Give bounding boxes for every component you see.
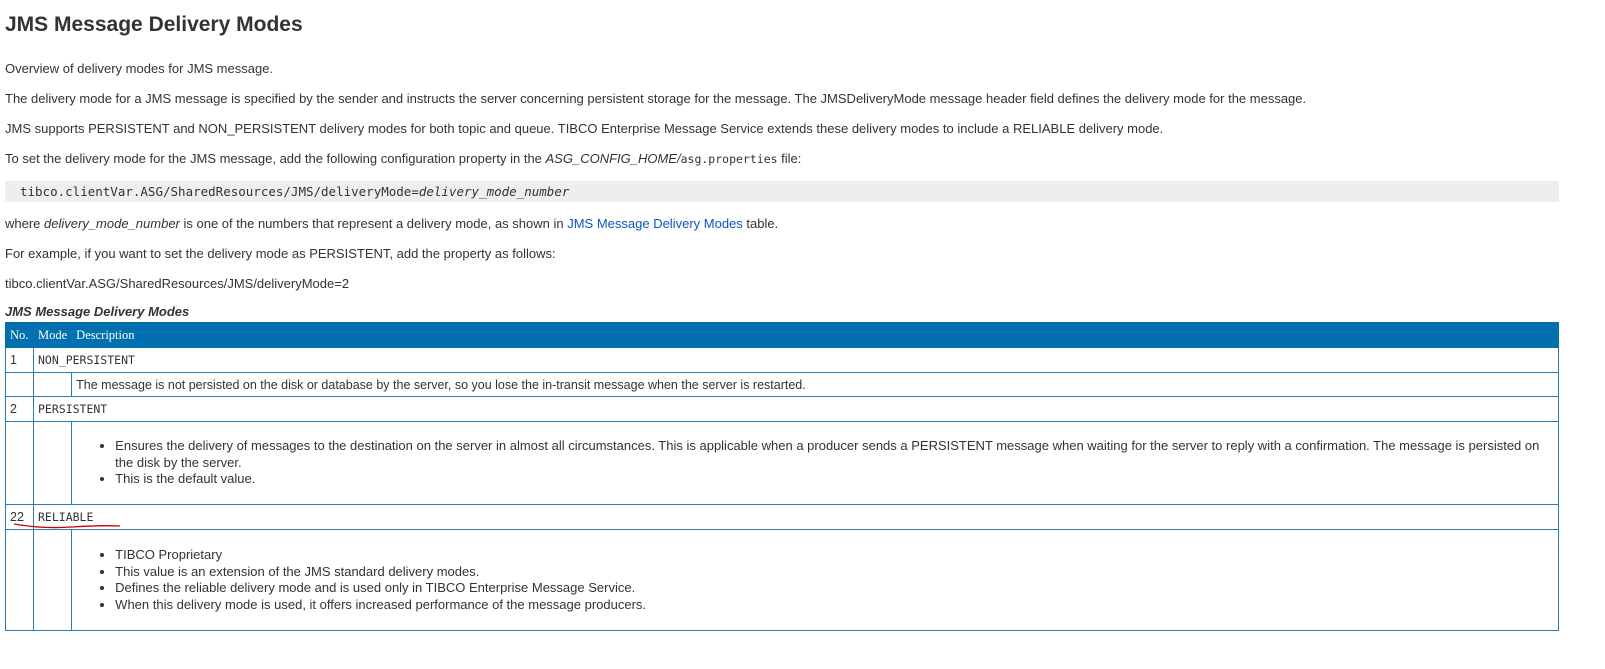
config-prefix: To set the delivery mode for the JMS mes… [5,151,546,166]
header-description: Description [71,322,1559,348]
empty-cell [5,372,34,397]
row-number: 1 [5,347,34,373]
jms-supports-paragraph: JMS supports PERSISTENT and NON_PERSISTE… [5,121,1164,136]
where-middle: is one of the numbers that represent a d… [179,216,554,231]
table-caption: JMS Message Delivery Modes [5,304,190,319]
config-filename: asg.properties [680,152,778,166]
overview-text: Overview of delivery modes for JMS messa… [5,61,274,76]
list-item: This value is an extension of the JMS st… [115,564,1554,581]
where-prefix: where [5,216,45,231]
example-intro: For example, if you want to set the deli… [5,246,556,261]
config-suffix: file: [777,151,802,166]
code-variable: delivery_mode_number [418,184,570,199]
bullet-list: TIBCO Proprietary This value is an exten… [76,547,1554,613]
empty-cell [32,529,73,631]
where-in: in [553,216,568,231]
where-paragraph: where delivery_mode_number is one of the… [5,216,1600,232]
delivery-mode-paragraph: The delivery mode for a JMS message is s… [5,91,1307,106]
list-item: TIBCO Proprietary [115,547,1554,564]
code-block: tibco.clientVar.ASG/SharedResources/JMS/… [5,181,1559,202]
header-no: No. [5,322,34,348]
where-suffix: table. [742,216,779,231]
table-header-row: No. Mode Description [5,322,1559,348]
config-home-var: ASG_CONFIG_HOME [545,151,677,166]
header-mode: Mode [32,322,73,348]
list-item: Defines the reliable delivery mode and i… [115,580,1554,597]
where-variable: delivery_mode_number [44,216,180,231]
table-row: The message is not persisted on the disk… [5,372,1559,397]
table-row: 2 PERSISTENT [5,396,1559,422]
config-instruction: To set the delivery mode for the JMS mes… [5,151,1600,167]
empty-cell [5,421,34,505]
row-mode: RELIABLE [13,504,1559,530]
code-property: tibco.clientVar.ASG/SharedResources/JMS/… [20,184,419,199]
table-row: 1 NON_PERSISTENT [5,347,1559,373]
row-description: Ensures the delivery of messages to the … [71,421,1559,505]
empty-cell [5,529,34,631]
row-mode: NON_PERSISTENT [33,347,1559,373]
list-item: This is the default value. [115,471,1554,488]
page-title: JMS Message Delivery Modes [5,13,303,36]
example-value: tibco.clientVar.ASG/SharedResources/JMS/… [5,276,350,291]
empty-cell [32,421,73,505]
row-mode: PERSISTENT [33,396,1559,422]
red-underline-annotation [13,523,121,529]
table-row: Ensures the delivery of messages to the … [5,421,1559,505]
row-description: TIBCO Proprietary This value is an exten… [71,529,1559,631]
bullet-list: Ensures the delivery of messages to the … [76,438,1554,488]
delivery-modes-table: No. Mode Description 1 NON_PERSISTENT Th… [5,322,1559,631]
row-description: The message is not persisted on the disk… [71,372,1559,397]
list-item: When this delivery mode is used, it offe… [115,597,1554,614]
annotated-mode: RELIABLE [13,510,121,529]
table-row: 22 RELIABLE [5,504,1559,530]
list-item: Ensures the delivery of messages to the … [115,438,1554,471]
table-row: TIBCO Proprietary This value is an exten… [5,529,1559,631]
delivery-modes-table-link[interactable]: JMS Message Delivery Modes [567,216,743,231]
empty-cell [32,372,73,397]
document-page: JMS Message Delivery Modes Overview of d… [0,0,1605,631]
row-number: 2 [5,396,34,422]
